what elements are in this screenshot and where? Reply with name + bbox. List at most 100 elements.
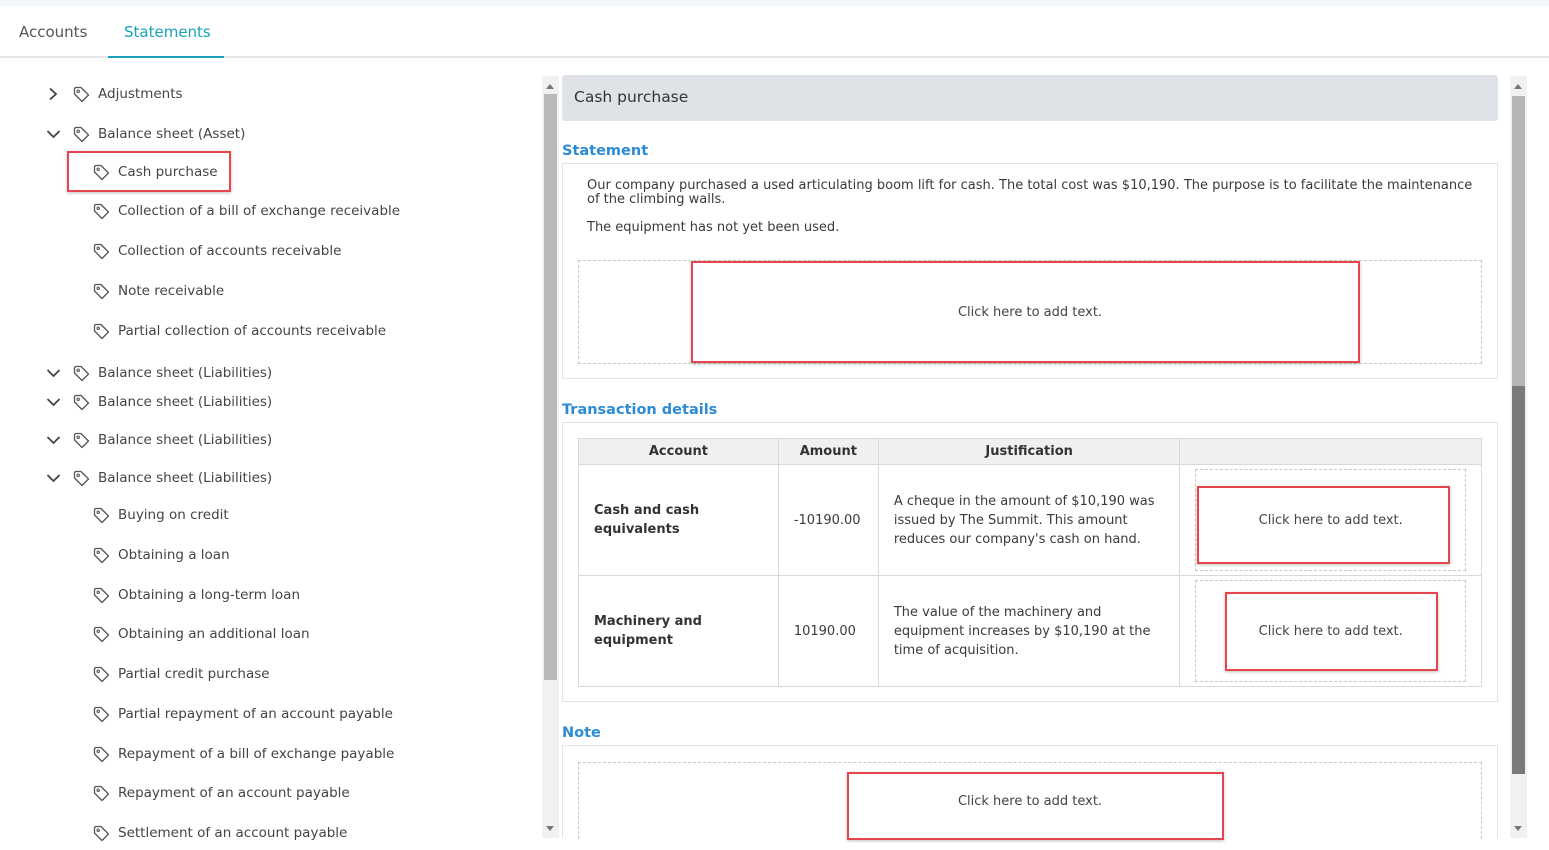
- chevron-right-icon[interactable]: [45, 86, 61, 102]
- tree-item[interactable]: Obtaining an additional loan: [93, 624, 310, 644]
- tree-item-label: Obtaining a loan: [118, 547, 230, 563]
- detail-scrollbar[interactable]: [1510, 76, 1527, 838]
- tag-icon: [73, 85, 91, 103]
- tag-icon: [93, 745, 111, 763]
- scrollbar-thumb[interactable]: [544, 94, 557, 680]
- tab-accounts[interactable]: Accounts: [19, 6, 87, 58]
- tree-item[interactable]: Repayment of an account payable: [93, 783, 350, 803]
- tree-item[interactable]: Buying on credit: [93, 505, 229, 525]
- tree-scrollbar[interactable]: [542, 76, 559, 838]
- tag-icon: [73, 364, 91, 382]
- table-header-row: Account Amount Justification: [578, 438, 1482, 465]
- tree-item[interactable]: Note receivable: [93, 281, 224, 301]
- tag-icon: [73, 469, 91, 487]
- tag-icon: [93, 282, 111, 300]
- chevron-down-icon[interactable]: [45, 394, 61, 410]
- detail-header: Cash purchase: [562, 75, 1498, 121]
- tree-group[interactable]: Balance sheet (Liabilities): [45, 430, 272, 450]
- tree-item[interactable]: Collection of accounts receivable: [93, 241, 341, 261]
- tag-icon: [73, 125, 91, 143]
- tree-item-label: Cash purchase: [118, 164, 218, 180]
- tree-item-label: Partial repayment of an account payable: [118, 706, 393, 722]
- tree-item-label: Partial credit purchase: [118, 666, 270, 682]
- tree-item-label: Adjustments: [98, 86, 183, 102]
- tag-icon: [93, 824, 111, 842]
- tag-icon: [93, 322, 111, 340]
- active-tab-indicator: [108, 56, 224, 58]
- scrollbar-thumb[interactable]: [1512, 386, 1525, 774]
- tree-item-label: Balance sheet (Asset): [98, 126, 246, 142]
- tag-icon: [93, 665, 111, 683]
- tree-item-label: Note receivable: [118, 283, 225, 299]
- tab-bar: Accounts Statements: [0, 6, 1549, 58]
- tree-group[interactable]: Balance sheet (Liabilities): [45, 363, 272, 383]
- justification-cell: The value of the machinery and equipment…: [877, 575, 1181, 687]
- transaction-table: Account Amount Justification Cash and ca…: [578, 438, 1482, 687]
- tree-item[interactable]: Cash purchase: [93, 162, 218, 182]
- tree-item-label: Balance sheet (Liabilities): [98, 394, 273, 410]
- tag-icon: [73, 393, 91, 411]
- statement-heading: Statement: [562, 143, 649, 159]
- scroll-down-arrow-icon[interactable]: [1514, 826, 1522, 831]
- tree-group[interactable]: Adjustments: [45, 84, 183, 104]
- tree-item[interactable]: Settlement of an account payable: [93, 823, 347, 843]
- scroll-up-arrow-icon[interactable]: [546, 84, 554, 89]
- tab-statements[interactable]: Statements: [124, 6, 211, 58]
- tree-item[interactable]: Obtaining a long-term loan: [93, 585, 300, 605]
- tree-item-label: Buying on credit: [118, 507, 229, 523]
- tree-item-label: Balance sheet (Liabilities): [98, 470, 273, 486]
- scroll-up-arrow-icon[interactable]: [1514, 84, 1522, 89]
- tag-icon: [93, 242, 111, 260]
- notes-cell: Click here to add text.: [1179, 464, 1482, 576]
- column-header-amount: Amount: [777, 438, 879, 465]
- account-cell: Machinery and equipment: [578, 575, 779, 687]
- scrollbar-thumb-upper: [1512, 96, 1525, 386]
- notes-cell: Click here to add text.: [1179, 575, 1482, 687]
- tag-icon: [93, 546, 111, 564]
- tree-item[interactable]: Collection of a bill of exchange receiva…: [93, 201, 400, 221]
- statement-card: Our company purchased a used articulatin…: [562, 163, 1498, 379]
- tree-item[interactable]: Partial repayment of an account payable: [93, 704, 393, 724]
- tree-item[interactable]: Partial credit purchase: [93, 664, 270, 684]
- chevron-down-icon[interactable]: [45, 365, 61, 381]
- amount-cell: -10190.00: [777, 464, 879, 576]
- row-text-dropzone[interactable]: Click here to add text.: [1195, 469, 1466, 571]
- column-header-account: Account: [578, 438, 779, 465]
- tree-item-label: Balance sheet (Liabilities): [98, 365, 273, 381]
- row-text-dropzone[interactable]: Click here to add text.: [1195, 580, 1466, 682]
- table-row: Machinery and equipment 10190.00 The val…: [578, 575, 1482, 687]
- tree-group[interactable]: Balance sheet (Asset): [45, 124, 245, 144]
- transaction-details-heading: Transaction details: [562, 402, 718, 418]
- statement-paragraph-1: Our company purchased a used articulatin…: [587, 178, 1473, 207]
- tree-group[interactable]: Balance sheet (Liabilities): [45, 392, 272, 412]
- tree-item[interactable]: Obtaining a loan: [93, 545, 230, 565]
- tag-icon: [93, 625, 111, 643]
- tree-item-label: Balance sheet (Liabilities): [98, 432, 273, 448]
- tree-item[interactable]: Partial collection of accounts receivabl…: [93, 321, 386, 341]
- column-header-justification: Justification: [877, 438, 1181, 465]
- tree-item[interactable]: Repayment of a bill of exchange payable: [93, 744, 394, 764]
- chevron-down-icon[interactable]: [45, 126, 61, 142]
- chevron-down-icon[interactable]: [45, 470, 61, 486]
- scroll-down-arrow-icon[interactable]: [546, 826, 554, 831]
- tree-item-label: Partial collection of accounts receivabl…: [118, 323, 387, 339]
- tree-group[interactable]: Balance sheet (Liabilities): [45, 468, 272, 488]
- tag-icon: [93, 202, 111, 220]
- tree-item-label: Obtaining a long-term loan: [118, 587, 300, 603]
- statement-paragraph-2: The equipment has not yet been used.: [587, 220, 840, 235]
- statement-text-dropzone[interactable]: Click here to add text.: [578, 260, 1482, 364]
- account-cell: Cash and cash equivalents: [578, 464, 779, 576]
- amount-cell: 10190.00: [777, 575, 879, 687]
- tree-item-label: Obtaining an additional loan: [118, 626, 310, 642]
- tag-icon: [93, 784, 111, 802]
- note-card: Click here to add text.: [562, 745, 1498, 839]
- chevron-down-icon[interactable]: [45, 432, 61, 448]
- tag-icon: [73, 431, 91, 449]
- detail-title: Cash purchase: [574, 88, 689, 106]
- column-header-notes: [1179, 438, 1482, 465]
- table-row: Cash and cash equivalents -10190.00 A ch…: [578, 464, 1482, 576]
- note-text-dropzone[interactable]: Click here to add text.: [578, 762, 1482, 839]
- tag-icon: [93, 163, 111, 181]
- tree-item-label: Settlement of an account payable: [118, 825, 348, 841]
- tag-icon: [93, 705, 111, 723]
